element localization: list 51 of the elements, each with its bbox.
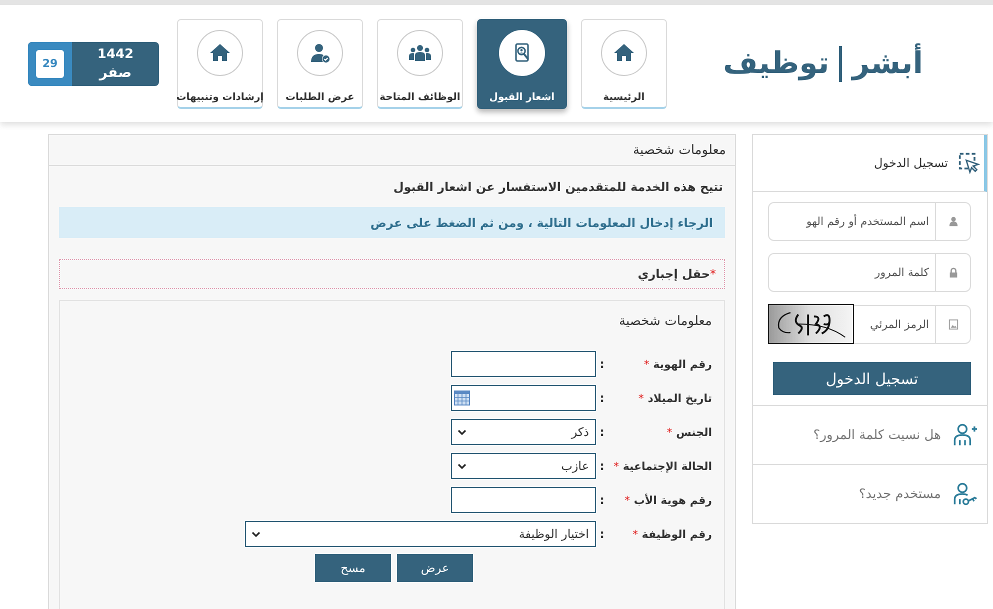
input-field[interactable] — [451, 487, 596, 513]
chevron-down-icon — [251, 529, 261, 539]
user-plus-icon — [953, 423, 977, 447]
calendar-icon — [454, 390, 470, 406]
field-label: رقم هوية الأب * — [624, 494, 712, 506]
user-icon — [948, 216, 958, 227]
lock-icon — [948, 267, 958, 278]
colon: : — [598, 459, 606, 473]
nav-tab[interactable]: عرض الطلبات — [276, 18, 363, 108]
nav-tab[interactable]: إرشادات وتنبيهات — [176, 18, 263, 108]
field-label: الجنس * — [666, 426, 712, 438]
login-field[interactable]: اسم المستخدم أو رقم الهو — [768, 202, 971, 241]
date-field[interactable] — [451, 385, 596, 411]
nav-tab[interactable]: الرئيسية — [580, 18, 667, 108]
notice-text: الرجاء إدخال المعلومات التالية ، ومن ثم الضغط على عرض — [370, 216, 713, 230]
colon: : — [598, 493, 606, 507]
field-label: رقم الهوية * — [642, 358, 712, 370]
colon: : — [598, 391, 606, 405]
panel-title: معلومات شخصية — [633, 142, 726, 158]
logo[interactable]: أبشر توظيف — [714, 34, 931, 94]
chevron-down-icon — [457, 461, 467, 471]
field-label: تاريخ الميلاد * — [637, 392, 712, 404]
sidebar-link[interactable]: هل نسيت كلمة المرور؟ — [813, 428, 941, 442]
nav-tab[interactable]: اشعار القبول — [476, 18, 567, 108]
colon: : — [598, 527, 606, 541]
cursor-select-icon — [958, 152, 980, 174]
user-key-icon — [953, 482, 977, 506]
colon: : — [598, 357, 606, 371]
input-field[interactable] — [451, 351, 596, 377]
select-field[interactable]: اختيار الوظيفة — [245, 521, 596, 547]
month-text: صفر — [99, 64, 132, 82]
login-field[interactable]: كلمة المرور — [768, 253, 971, 292]
day-text: 29 — [36, 50, 64, 78]
select-field[interactable]: ذكر — [451, 419, 596, 445]
sidebar-link[interactable]: مستخدم جديد؟ — [858, 486, 941, 502]
form-button[interactable]: مسح — [315, 554, 391, 582]
login-button[interactable]: تسجيل الدخول — [773, 362, 971, 395]
year-text: 1442 — [97, 46, 134, 64]
field-label: الحالة الإجتماعية * — [612, 460, 712, 472]
nav-tab[interactable]: الوظائف المتاحة — [376, 18, 463, 108]
image-icon — [948, 318, 958, 330]
intro-text: تتيح هذه الخدمة للمتقدمين الاستفسار عن اشعار القبول — [392, 180, 723, 194]
chevron-down-icon — [457, 427, 467, 437]
form-button[interactable]: عرض — [397, 554, 473, 582]
colon: : — [598, 425, 606, 439]
form-title: معلومات شخصية — [618, 313, 713, 329]
required-note: * حقل إجباري — [638, 267, 716, 281]
login-field[interactable]: الرمز المرئي — [854, 304, 971, 344]
select-field[interactable]: عازب — [451, 453, 596, 479]
login-title: تسجيل الدخول — [874, 156, 948, 170]
field-label: رقم الوظيفة * — [631, 528, 712, 540]
